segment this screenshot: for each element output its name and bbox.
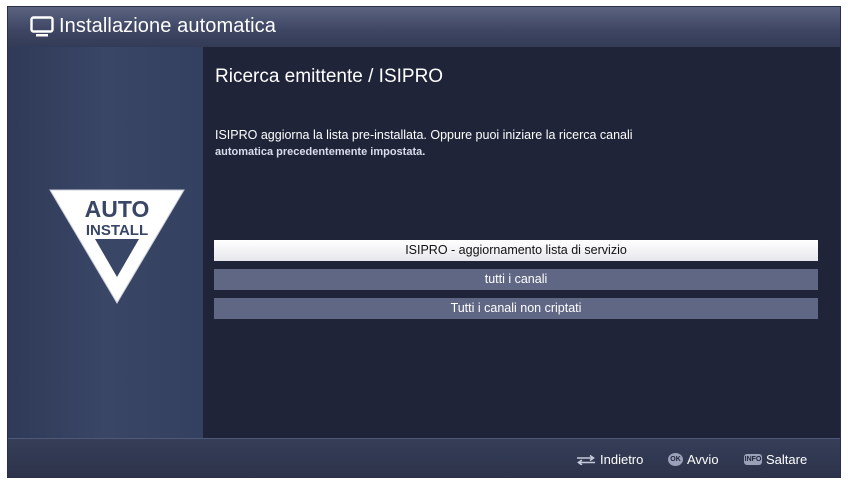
back-key-icon — [576, 454, 596, 466]
start-label: Avvio — [687, 452, 719, 467]
badge-line-2: INSTALL — [86, 222, 148, 239]
auto-install-icon: AUTO INSTALL — [48, 187, 186, 305]
skip-hint[interactable]: INFO Saltare — [744, 452, 807, 467]
page-title: Installazione automatica — [59, 15, 276, 37]
info-key-icon: INFO — [744, 454, 762, 465]
section-title: Ricerca emittente / ISIPRO — [215, 66, 444, 87]
description-line-2: automatica precedentemente impostata. — [215, 146, 426, 158]
option-isipro-update[interactable]: ISIPRO - aggiornamento lista di servizio — [214, 240, 818, 261]
badge-line-1: AUTO — [85, 196, 150, 222]
ok-key-icon: OK — [668, 453, 683, 466]
start-hint[interactable]: OK Avvio — [668, 452, 719, 467]
tv-icon — [30, 16, 54, 38]
option-all-channels[interactable]: tutti i canali — [214, 269, 818, 290]
header-bar: Installazione automatica — [8, 7, 840, 48]
option-free-channels[interactable]: Tutti i canali non criptati — [214, 298, 818, 319]
description-line-1: ISIPRO aggiorna la lista pre-installata.… — [215, 128, 633, 142]
main-content: Ricerca emittente / ISIPRO ISIPRO aggior… — [203, 47, 840, 438]
skip-label: Saltare — [766, 452, 808, 467]
description: ISIPRO aggiorna la lista pre-installata.… — [215, 127, 805, 161]
tv-screen: Installazione automatica AUTO INSTALL Ri… — [7, 6, 841, 478]
side-panel: AUTO INSTALL — [8, 47, 203, 438]
footer-bar: Indietro OK Avvio INFO Saltare — [8, 438, 840, 477]
back-label: Indietro — [600, 452, 644, 467]
back-hint[interactable]: Indietro — [576, 452, 643, 467]
